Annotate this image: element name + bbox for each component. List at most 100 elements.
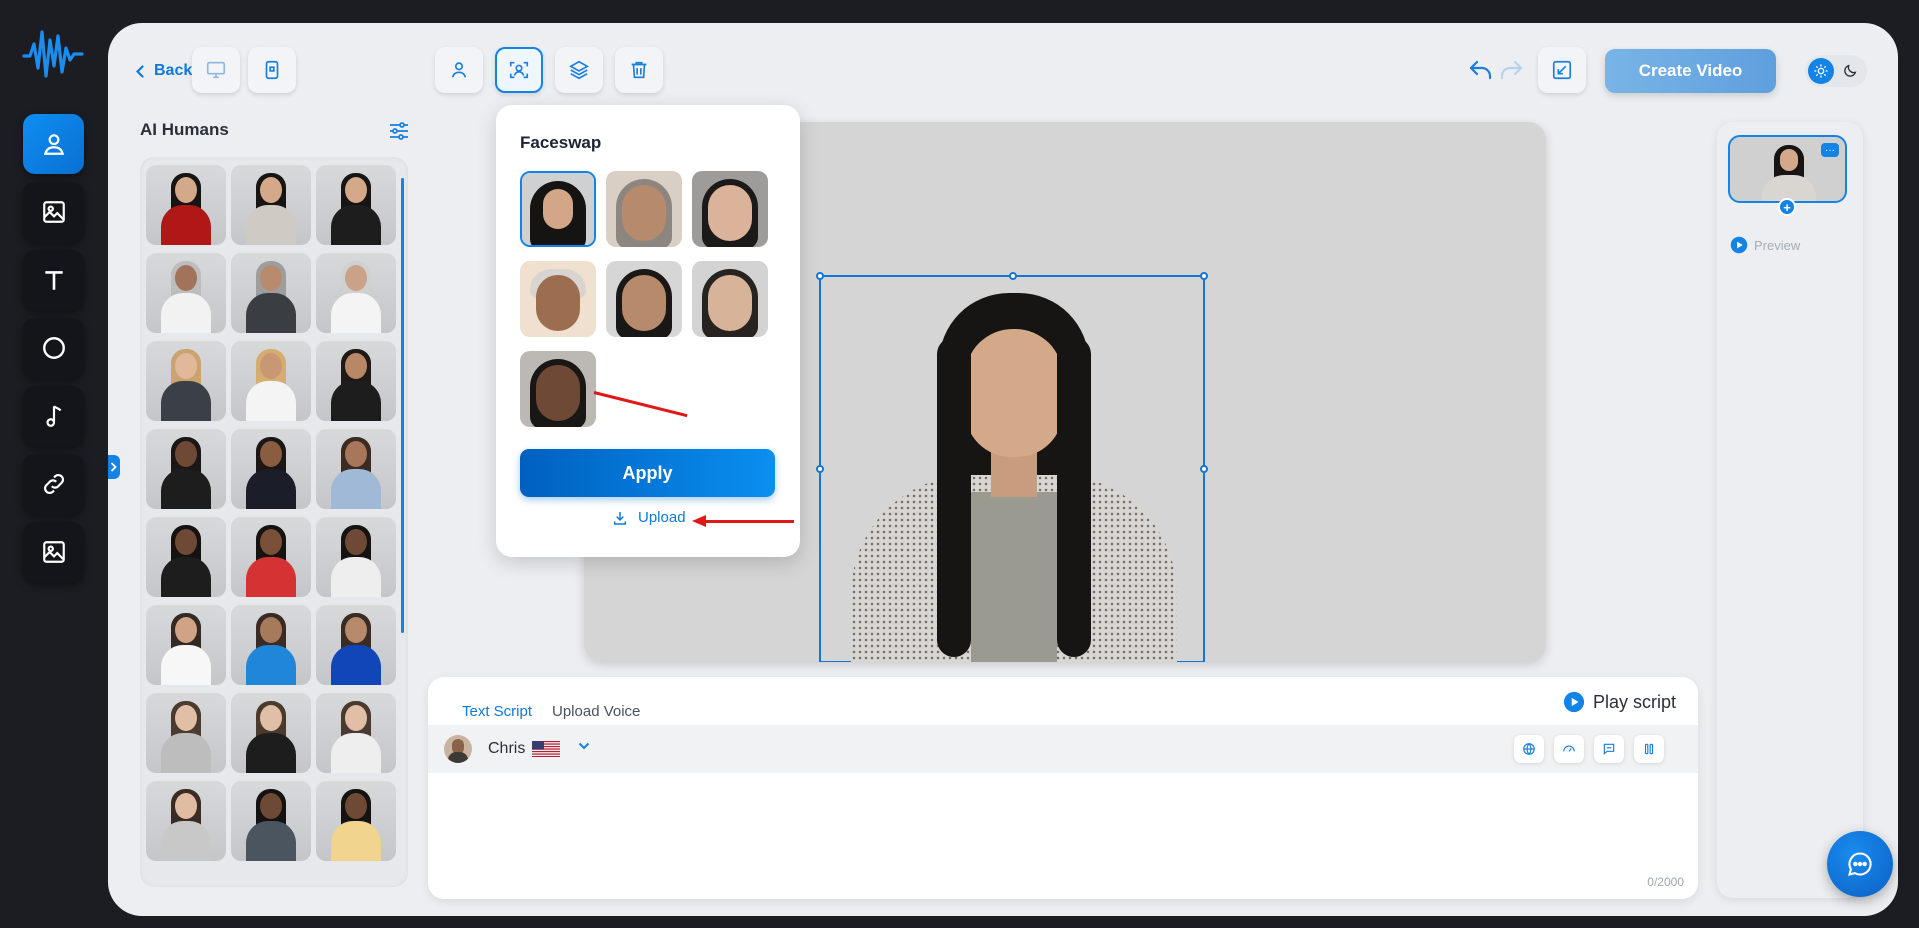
face-option-uploaded[interactable] <box>520 351 596 427</box>
redo-icon[interactable] <box>1498 58 1524 82</box>
create-video-button[interactable]: Create Video <box>1605 49 1776 93</box>
undo-icon[interactable] <box>1468 58 1494 82</box>
resize-handle[interactable] <box>816 272 824 280</box>
ai-human-card[interactable] <box>231 253 311 333</box>
language-button[interactable] <box>1514 735 1544 763</box>
face-option[interactable] <box>520 171 596 247</box>
play-circle-icon <box>1730 236 1748 254</box>
ai-human-card[interactable] <box>146 605 226 685</box>
speed-button[interactable] <box>1554 735 1584 763</box>
support-chat-button[interactable] <box>1827 831 1893 897</box>
light-mode-option[interactable] <box>1808 58 1834 84</box>
ai-human-card[interactable] <box>146 165 226 245</box>
layers-icon <box>569 60 589 80</box>
chevron-down-icon[interactable] <box>578 742 590 750</box>
humans-scrollbar[interactable] <box>401 178 404 633</box>
human-body <box>161 821 211 861</box>
pause-insert-button[interactable] <box>1634 735 1664 763</box>
filter-sliders-icon[interactable] <box>388 121 410 141</box>
ai-human-card[interactable] <box>231 165 311 245</box>
human-head <box>175 353 197 379</box>
rail-background-button[interactable] <box>23 522 84 582</box>
ai-human-card[interactable] <box>231 605 311 685</box>
human-head <box>345 265 367 291</box>
resize-handle[interactable] <box>1200 272 1208 280</box>
rail-music-button[interactable] <box>23 386 84 446</box>
face-option[interactable] <box>692 171 768 247</box>
ai-human-card[interactable] <box>316 253 396 333</box>
play-script-label: Play script <box>1592 691 1676 712</box>
ai-human-card[interactable] <box>146 429 226 509</box>
ai-human-card[interactable] <box>316 429 396 509</box>
avatar-tool-button[interactable] <box>435 47 483 93</box>
resize-handle[interactable] <box>1200 465 1208 473</box>
panel-collapse-tab[interactable] <box>108 455 120 479</box>
music-note-icon <box>45 405 61 427</box>
moon-icon[interactable] <box>1842 63 1858 79</box>
face-option[interactable] <box>606 171 682 247</box>
ai-human-card[interactable] <box>146 781 226 861</box>
ai-humans-grid <box>140 157 408 887</box>
ai-human-card[interactable] <box>316 517 396 597</box>
delete-tool-button[interactable] <box>615 47 663 93</box>
human-head <box>345 177 367 203</box>
ai-human-card[interactable] <box>231 517 311 597</box>
portrait-layout-button[interactable] <box>248 47 296 93</box>
rail-ai-humans-button[interactable] <box>23 114 84 174</box>
apply-button[interactable]: Apply <box>520 449 775 497</box>
ai-human-card[interactable] <box>231 341 311 421</box>
face-scan-icon <box>509 61 529 79</box>
play-script-button[interactable]: Play script <box>1563 691 1676 713</box>
landscape-layout-button[interactable] <box>192 47 240 93</box>
ai-human-card[interactable] <box>316 341 396 421</box>
subtitles-button[interactable] <box>1594 735 1624 763</box>
back-label: Back <box>154 62 193 79</box>
tab-text-script[interactable]: Text Script <box>451 703 543 733</box>
text-icon <box>44 271 63 290</box>
ai-human-card[interactable] <box>231 693 311 773</box>
ai-human-card[interactable] <box>316 781 396 861</box>
ai-human-card[interactable] <box>316 165 396 245</box>
selected-avatar-frame[interactable] <box>816 272 1208 662</box>
human-head <box>175 265 197 291</box>
ai-human-card[interactable] <box>231 781 311 861</box>
resize-canvas-button[interactable] <box>1538 47 1586 93</box>
circle-shape-icon <box>42 337 65 359</box>
background-image-icon <box>42 541 65 563</box>
human-body <box>331 205 381 245</box>
resize-handle[interactable] <box>1009 272 1017 280</box>
human-body <box>331 557 381 597</box>
preview-button[interactable]: Preview <box>1730 236 1800 254</box>
human-body <box>161 557 211 597</box>
theme-toggle[interactable] <box>1805 55 1867 87</box>
face-option[interactable] <box>520 261 596 337</box>
human-head <box>260 529 282 555</box>
face-option[interactable] <box>606 261 682 337</box>
rail-link-button[interactable] <box>23 454 84 514</box>
ai-human-card[interactable] <box>316 605 396 685</box>
voice-name[interactable]: Chris <box>488 740 525 758</box>
rail-image-button[interactable] <box>23 182 84 242</box>
ai-human-card[interactable] <box>231 429 311 509</box>
resize-handle[interactable] <box>816 465 824 473</box>
add-scene-button[interactable]: + <box>1778 198 1796 216</box>
presenter-top <box>971 492 1057 662</box>
faceswap-tool-button[interactable] <box>495 47 543 93</box>
ai-human-card[interactable] <box>146 341 226 421</box>
ai-human-card[interactable] <box>316 693 396 773</box>
upload-link[interactable]: Upload <box>612 509 686 526</box>
ai-human-card[interactable] <box>146 517 226 597</box>
human-body <box>161 293 211 333</box>
scene-thumbnail[interactable]: ··· <box>1728 135 1847 203</box>
ai-human-card[interactable] <box>146 253 226 333</box>
tab-upload-voice[interactable]: Upload Voice <box>552 703 640 720</box>
back-button[interactable]: Back <box>136 62 192 80</box>
rail-text-button[interactable] <box>23 250 84 310</box>
ai-human-card[interactable] <box>146 693 226 773</box>
layers-tool-button[interactable] <box>555 47 603 93</box>
human-body <box>246 645 296 685</box>
scene-menu-button[interactable]: ··· <box>1821 143 1839 157</box>
face-option[interactable] <box>692 261 768 337</box>
human-body <box>161 381 211 421</box>
rail-shape-button[interactable] <box>23 318 84 378</box>
